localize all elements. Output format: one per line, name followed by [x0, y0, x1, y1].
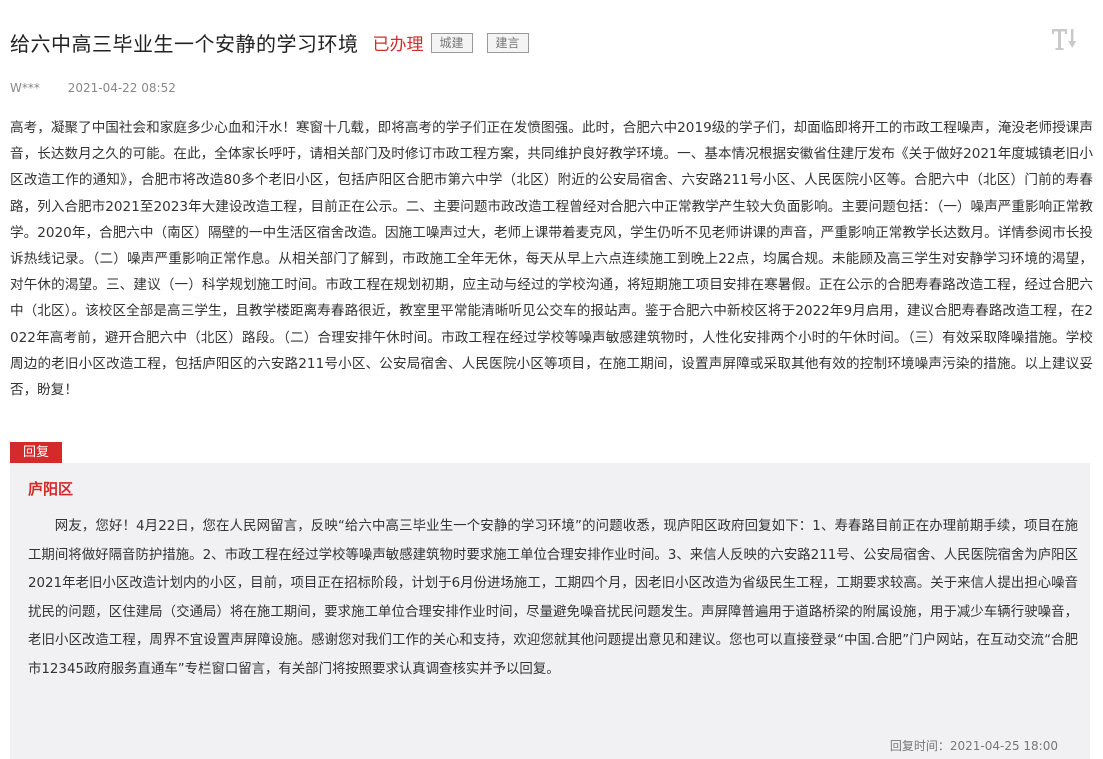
reply-time: 回复时间：2021-04-25 18:00 — [889, 739, 1058, 753]
text-size-button[interactable] — [1049, 24, 1079, 54]
message-header: 给六中高三毕业生一个安静的学习环境 已办理 城建 建言 — [10, 28, 983, 57]
type-tag[interactable]: 建言 — [486, 32, 529, 53]
status-label: 已办理 — [372, 35, 424, 55]
message-body: 高考，凝聚了中国社会和家庭多少心血和汗水！寒窗十几载，即将高考的学子们正在发愤图… — [10, 120, 1093, 399]
category-tag[interactable]: 城建 — [430, 32, 473, 53]
reply-body: 网友，您好！4月22日，您在人民网留言，反映“给六中高三毕业生一个安静的学习环境… — [28, 519, 1078, 677]
post-date: 2021-04-22 08:52 — [67, 81, 176, 95]
page-title: 给六中高三毕业生一个安静的学习环境 — [10, 32, 359, 56]
text-size-icon — [1052, 29, 1077, 50]
reply-section: 庐阳区 网友，您好！4月22日，您在人民网留言，反映“给六中高三毕业生一个安静的… — [10, 463, 1090, 759]
message-meta: W*** 2021-04-22 08:52 — [10, 81, 176, 95]
reply-badge: 回复 — [10, 442, 62, 463]
reply-organization: 庐阳区 — [28, 480, 74, 498]
author-name: W*** — [10, 81, 40, 95]
message-detail-page: 给六中高三毕业生一个安静的学习环境 已办理 城建 建言 W*** 2021-04… — [0, 0, 1103, 759]
